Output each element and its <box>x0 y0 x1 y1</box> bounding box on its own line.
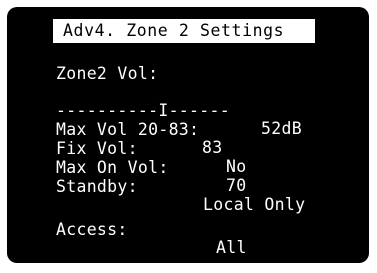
max-on-vol-value: 70 <box>226 176 247 195</box>
max-vol-row[interactable]: Max Vol 20-83: 83 <box>56 103 336 157</box>
standby-row[interactable]: Standby: Local Only <box>56 160 346 214</box>
max-on-vol-row[interactable]: Max On Vol: 70 <box>56 141 336 195</box>
access-value: All <box>216 238 247 257</box>
zone2-vol-row[interactable]: ----------I------ 52dB <box>56 84 336 138</box>
fix-vol-row[interactable]: Fix Vol: No <box>56 122 336 176</box>
osd-screen: Adv4. Zone 2 Settings Zone2 Vol: -------… <box>7 7 369 263</box>
access-row[interactable]: Access: All <box>56 203 336 257</box>
zone2-vol-label: Zone2 Vol: <box>56 64 159 83</box>
standby-label: Standby: <box>56 177 138 196</box>
menu-title: Adv4. Zone 2 Settings <box>53 19 315 43</box>
access-label: Access: <box>56 220 128 239</box>
